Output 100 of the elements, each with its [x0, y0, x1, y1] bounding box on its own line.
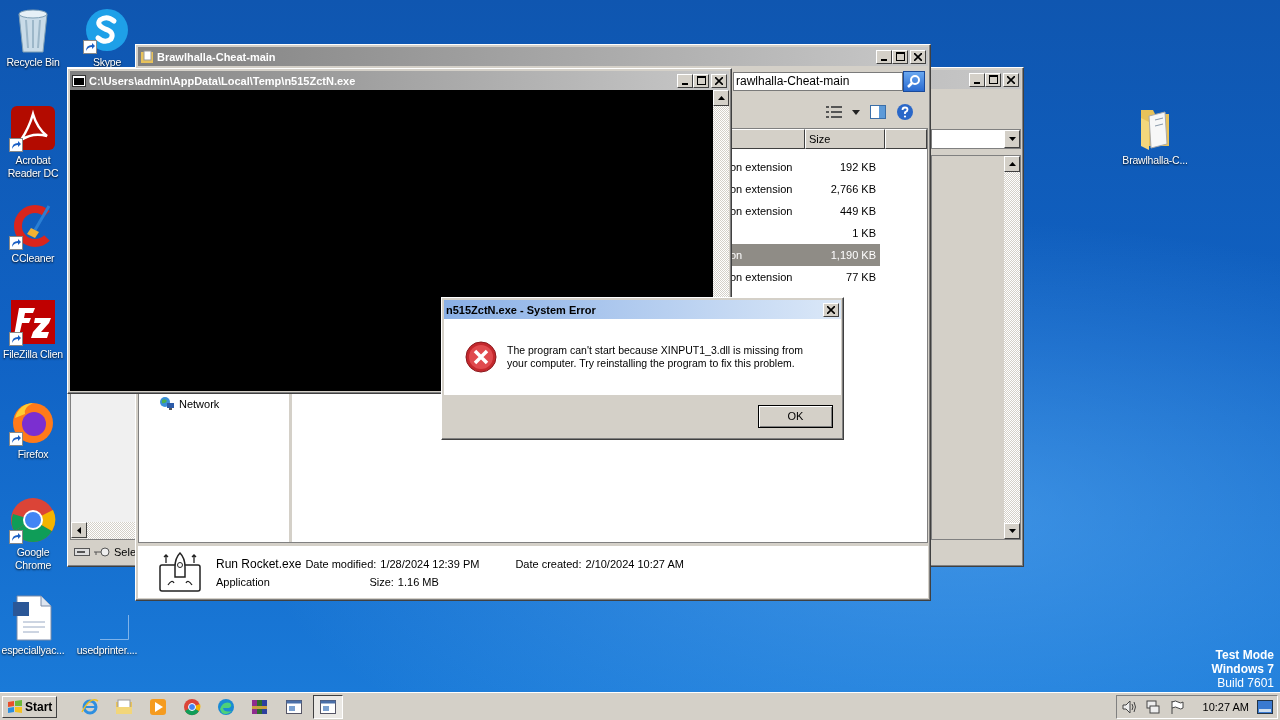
os-notice-text: Build 7601 [1217, 676, 1274, 690]
address-field[interactable]: rawlhalla-Cheat-main [733, 71, 903, 91]
detail-value: 2/10/2024 10:27 AM [585, 557, 684, 570]
desktop-icon-label[interactable]: Recycle Bin [6, 56, 60, 69]
desktop-icon-label[interactable]: Firefox [17, 448, 49, 461]
maximize-button[interactable] [693, 73, 709, 88]
edge-icon [217, 698, 236, 716]
close-icon [914, 52, 922, 61]
file-name: Run Rocket.exe [216, 556, 302, 571]
minimize-icon [682, 82, 688, 85]
detail-value: 1.16 MB [397, 575, 439, 588]
show-desktop-icon[interactable] [1257, 700, 1273, 714]
detail-label: Size: [369, 575, 394, 588]
close-button[interactable] [711, 73, 727, 88]
desktop-icon-label[interactable]: especiallyac... [1, 644, 65, 657]
file-size: 1,190 KB [829, 249, 876, 261]
preview-pane-icon[interactable] [870, 105, 886, 119]
file-size: 2,766 KB [829, 183, 876, 195]
column-header[interactable] [885, 129, 927, 149]
desktop-icon-label[interactable]: Skype [92, 56, 122, 69]
clock[interactable]: 10:27 AM [1202, 701, 1249, 713]
window-icon [319, 698, 338, 716]
maximize-button[interactable] [892, 49, 908, 64]
column-header[interactable]: Size [805, 129, 885, 149]
maximize-button[interactable] [985, 72, 1001, 87]
file-size: 449 KB [838, 205, 876, 217]
internet-explorer-icon [81, 698, 100, 716]
nav-item[interactable]: Network [179, 398, 220, 410]
close-button[interactable] [1003, 72, 1019, 87]
rocket-app-icon [158, 551, 202, 593]
close-icon [827, 305, 835, 314]
blank-file-icon [100, 615, 129, 640]
chrome-icon [9, 496, 57, 544]
file-row[interactable]: 1 KB [728, 222, 880, 244]
minimize-icon [881, 58, 887, 61]
media-player-icon [149, 698, 168, 716]
acrobat-icon [9, 104, 57, 152]
windows-flag-icon [7, 700, 23, 714]
minimize-button[interactable] [677, 73, 693, 88]
detail-label: Date modified: [305, 557, 377, 570]
desktop-icon-label[interactable]: CCleaner [11, 252, 55, 265]
window-title: C:\Users\admin\AppData\Local\Temp\n515ZctN.exe [89, 74, 357, 87]
minimize-button[interactable] [969, 72, 985, 87]
desktop-icon-label[interactable]: Acrobat Reader DC [0, 154, 66, 180]
horizontal-scrollbar[interactable] [71, 522, 135, 539]
help-icon[interactable] [896, 103, 914, 121]
skype-icon [83, 6, 131, 54]
detail-value: 1/28/2024 12:39 PM [380, 557, 480, 570]
console-icon [72, 74, 86, 87]
up-arrow-icon [717, 96, 725, 100]
down-arrow-icon [1008, 529, 1016, 533]
file-type: Application [216, 575, 271, 588]
view-list-icon[interactable] [826, 106, 842, 118]
search-button[interactable] [903, 70, 925, 92]
up-arrow-icon [1008, 162, 1016, 166]
close-button[interactable] [823, 302, 839, 317]
close-icon [1007, 75, 1015, 84]
network-globe-icon [159, 396, 175, 412]
minimize-icon [974, 81, 980, 84]
maximize-icon [895, 52, 905, 61]
start-button[interactable]: Start [2, 696, 58, 718]
file-size: 1 KB [851, 227, 876, 239]
os-notice-text: Windows 7 [1211, 662, 1274, 676]
maximize-icon [988, 75, 998, 84]
desktop-icon-label[interactable]: Brawlhalla-C... [1122, 154, 1188, 167]
desktop-icon-label[interactable]: Google Chrome [0, 546, 66, 572]
speaker-icon[interactable] [1120, 699, 1137, 715]
close-button[interactable] [910, 49, 926, 64]
caret-icon [1008, 137, 1016, 141]
drive-icon [74, 548, 90, 556]
error-icon [465, 341, 497, 373]
window-icon [285, 698, 304, 716]
vertical-scrollbar[interactable] [1004, 156, 1020, 539]
detail-label: Date created: [515, 557, 582, 570]
desktop-icon-label[interactable]: FileZilla Clien [3, 348, 63, 361]
minimize-button[interactable] [876, 49, 892, 64]
os-notice-text: Test Mode [1215, 648, 1274, 662]
network-icon[interactable] [1144, 699, 1161, 715]
file-size: 77 KB [845, 271, 876, 283]
desktop-icon-label[interactable]: usedprinter.... [76, 644, 138, 657]
flag-icon[interactable] [1168, 699, 1185, 715]
chrome-icon [183, 698, 202, 716]
archive-books-icon [251, 698, 270, 716]
folder-icon [140, 49, 154, 64]
window-title: Brawlhalla-Cheat-main [157, 50, 277, 63]
caret-icon[interactable] [852, 109, 860, 115]
maximize-icon [696, 76, 706, 85]
status-text: Sele [114, 546, 137, 558]
key-icon [94, 547, 110, 557]
dialog-title: n515ZctN.exe - System Error [446, 303, 597, 316]
file-size: 192 KB [838, 161, 876, 173]
error-message: The program can't start because XINPUT1_3.dll is missing from your computer. Try reinstalling the program to fix this problem. [507, 344, 805, 370]
close-icon [715, 76, 723, 85]
folder-icon [115, 698, 134, 716]
search-icon [907, 74, 921, 88]
ok-button[interactable]: OK [758, 404, 833, 428]
dropdown-field[interactable] [931, 129, 1021, 149]
filezilla-icon [9, 298, 57, 346]
left-arrow-icon [77, 526, 81, 534]
taskbar-button[interactable] [313, 695, 344, 719]
